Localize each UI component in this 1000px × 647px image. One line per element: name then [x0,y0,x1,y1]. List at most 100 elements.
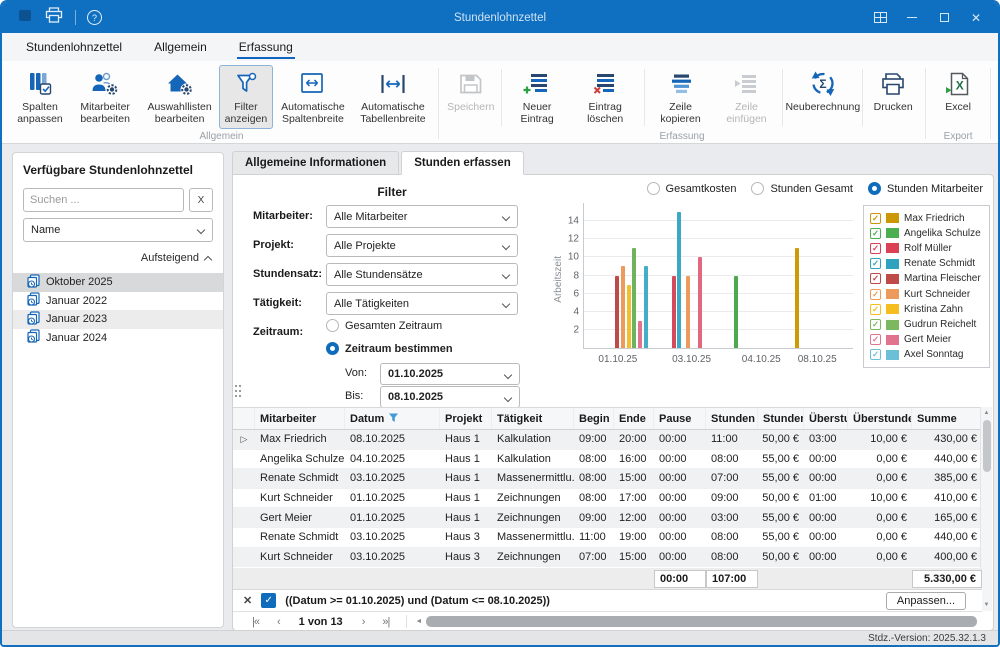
filter-enabled-checkbox[interactable]: ✓ [261,593,276,608]
column-header-stunden-7[interactable]: Stunden [706,408,758,429]
legend-checkbox[interactable]: ✓ [870,258,881,269]
sort-field-select[interactable]: Name [23,218,213,242]
scroll-left-icon[interactable]: ◄ [415,618,422,625]
bis-date-select[interactable]: 08.10.2025 [380,386,520,408]
ribbon-button-eintrag-löschen[interactable]: Eintrag löschen [570,65,641,129]
ribbon-button-automatische-tabellenbreite[interactable]: Automatische Tabellenbreite [353,65,433,129]
filter-select-mitarbeiter[interactable]: Alle Mitarbeiter [326,205,518,228]
ribbon-button-speichern: Speichern [444,65,498,116]
ribbon-button-zeile-kopieren[interactable]: Zeile kopieren [648,65,714,129]
filter-select-tätigkeit[interactable]: Alle Tätigkeiten [326,292,518,315]
ribbon-button-drucken[interactable]: Drucken [866,65,920,116]
first-page-button[interactable]: |« [243,616,268,628]
search-input[interactable] [23,188,184,212]
print-quick-icon[interactable] [44,6,64,29]
ribbon-button-neuer-eintrag[interactable]: Neuer Eintrag [505,65,570,129]
column-header-projekt-2[interactable]: Projekt [440,408,492,429]
column-header-überstu-9[interactable]: Überstu [804,408,848,429]
summary-stunden: 107:00 [706,570,758,588]
legend-checkbox[interactable]: ✓ [870,273,881,284]
menu-tab-stundenlohnzettel[interactable]: Stundenlohnzettel [24,35,124,61]
legend-checkbox[interactable]: ✓ [870,304,881,315]
tab-stunden-erfassen[interactable]: Stunden erfassen [401,151,524,175]
table-row[interactable]: Renate Schmidt03.10.2025Haus 1Massenermi… [233,469,982,489]
sort-order-toggle[interactable]: Aufsteigend [23,252,211,264]
row-indicator [233,469,255,488]
sidebar-item-oktober-2025[interactable]: Oktober 2025 [13,273,223,292]
layout-icon[interactable] [864,4,896,31]
legend-checkbox[interactable]: ✓ [870,334,881,345]
legend-checkbox[interactable]: ✓ [870,243,881,254]
sort-field-value: Name [31,224,60,236]
radio-gesamten-zeitraum[interactable]: Gesamten Zeitraum [326,319,442,332]
radio-gesamtkosten[interactable]: Gesamtkosten [647,182,737,195]
table-cell: 03.10.2025 [345,528,440,547]
ribbon-button-label: Drucken [874,101,913,113]
sidebar-item-januar-2023[interactable]: Januar 2023 [13,310,223,329]
legend-checkbox[interactable]: ✓ [870,213,881,224]
radio-stunden-mitarbeiter[interactable]: Stunden Mitarbeiter [868,182,983,195]
remove-filter-icon[interactable]: ✕ [243,594,252,607]
ribbon-button-excel[interactable]: XExcel [931,65,985,116]
table-row[interactable]: Renate Schmidt03.10.2025Haus 3Massenermi… [233,528,982,548]
help-icon[interactable]: ? [87,10,102,25]
ribbon-button-mitarbeiter-bearbeiten[interactable]: Mitarbeiter bearbeiten [70,65,140,129]
minimize-button[interactable] [896,4,928,31]
filter-select-stundensatz[interactable]: Alle Stundensätze [326,263,518,286]
von-date-select[interactable]: 01.10.2025 [380,363,520,385]
close-button[interactable]: ✕ [960,4,992,31]
next-page-button[interactable]: › [353,616,374,628]
legend-checkbox[interactable]: ✓ [870,319,881,330]
radio-stunden-gesamt[interactable]: Stunden Gesamt [751,182,853,195]
filter-select-projekt[interactable]: Alle Projekte [326,234,518,257]
delete-entry-icon [590,70,620,98]
table-row[interactable]: Kurt Schneider01.10.2025Haus 1Zeichnunge… [233,489,982,509]
ribbon-button-neuberechnung[interactable]: ΣNeuberechnung [786,65,859,116]
sidebar-item-januar-2022[interactable]: Januar 2022 [13,292,223,311]
legend-swatch [886,320,899,330]
titlebar-separator [75,10,76,25]
ribbon-button-label: Neuer Eintrag [511,101,564,126]
last-page-button[interactable]: »| [373,616,398,628]
anpassen-button[interactable]: Anpassen... [886,592,966,610]
maximize-button[interactable] [928,4,960,31]
timesheet-doc-icon [27,292,40,309]
column-header-label: Ende [619,413,646,425]
column-header-summe-11[interactable]: Summe [912,408,982,429]
table-cell: 01.10.2025 [345,489,440,508]
scroll-up-icon[interactable]: ▲ [984,407,990,419]
tab-allgemeine-informationen[interactable]: Allgemeine Informationen [232,151,399,175]
column-header-datum-1[interactable]: Datum [345,408,440,429]
horizontal-scroll-thumb[interactable] [426,616,977,627]
table-row[interactable]: ▷Max Friedrich08.10.2025Haus 1Kalkulatio… [233,430,982,450]
legend-checkbox[interactable]: ✓ [870,349,881,360]
column-header-stunden-8[interactable]: Stunden [758,408,804,429]
menu-tab-allgemein[interactable]: Allgemein [152,35,209,61]
ribbon-button-spalten-anpassen[interactable]: Spalten anpassen [10,65,70,129]
sidebar-item-januar-2024[interactable]: Januar 2024 [13,329,223,348]
column-header-mitarbeiter-0[interactable]: Mitarbeiter [255,408,345,429]
legend-checkbox[interactable]: ✓ [870,228,881,239]
ribbon-button-automatische-spaltenbreite[interactable]: Automatische Spaltenbreite [273,65,353,129]
ribbon-button-auswahllisten-bearbeiten[interactable]: Auswahllisten bearbeiten [140,65,219,129]
legend-checkbox[interactable]: ✓ [870,289,881,300]
prev-page-button[interactable]: ‹ [268,616,289,628]
column-header-überstunde-10[interactable]: Überstunde [848,408,912,429]
ribbon-button-filter-anzeigen[interactable]: Filter anzeigen [219,65,273,129]
menu-tab-erfassung[interactable]: Erfassung [237,35,295,61]
vertical-scroll-thumb[interactable] [983,420,991,472]
column-header-ende-5[interactable]: Ende [614,408,654,429]
column-header-tätigkeit-3[interactable]: Tätigkeit [492,408,574,429]
column-filter-icon[interactable] [388,412,399,426]
column-header-label: Projekt [445,413,482,425]
clear-search-button[interactable]: X [189,188,213,212]
ribbon-divider [644,69,645,126]
column-header-begin-4[interactable]: Begin [574,408,614,429]
table-row[interactable]: Angelika Schulze04.10.2025Haus 1Kalkulat… [233,450,982,470]
ribbon-button-label: Excel [945,101,971,113]
radio-zeitraum-bestimmen[interactable]: Zeitraum bestimmen [326,342,453,355]
table-row[interactable]: Kurt Schneider03.10.2025Haus 3Zeichnunge… [233,548,982,568]
column-header-pause-6[interactable]: Pause [654,408,706,429]
scroll-down-icon[interactable]: ▼ [984,599,990,611]
table-row[interactable]: Gert Meier01.10.2025Haus 1Zeichnungen09:… [233,508,982,528]
